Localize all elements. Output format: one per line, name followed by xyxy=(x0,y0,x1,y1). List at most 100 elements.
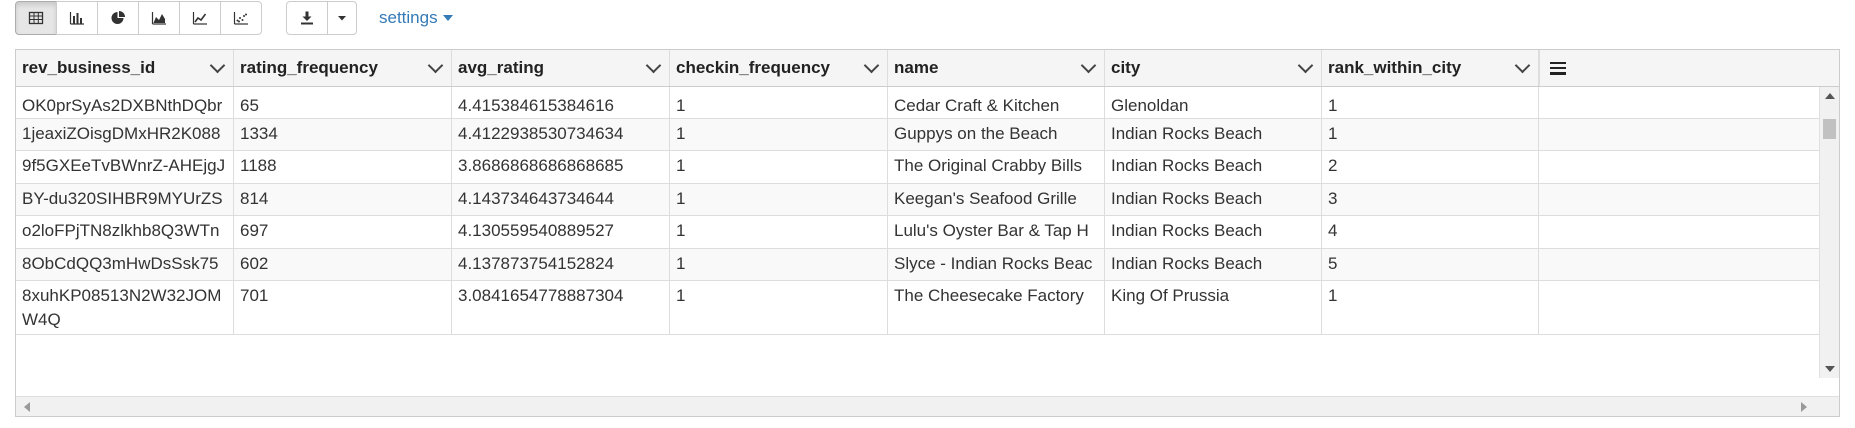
table-cell: BY-du320SIHBR9MYUrZSZg xyxy=(16,184,234,215)
column-header-label: city xyxy=(1111,58,1141,77)
column-header-avg-rating[interactable]: avg_rating xyxy=(452,50,670,86)
column-header-label: avg_rating xyxy=(458,58,544,77)
download-dropdown-button[interactable] xyxy=(327,1,357,35)
column-header-label: rank_within_city xyxy=(1328,58,1462,77)
download-icon xyxy=(301,11,313,25)
scroll-thumb[interactable] xyxy=(1823,119,1836,139)
table-cell: The Cheesecake Factory xyxy=(888,281,1105,334)
bar-chart-icon xyxy=(69,12,84,25)
toolbar: settings xyxy=(15,0,453,36)
table-cell: 814 xyxy=(234,184,452,215)
menu-icon xyxy=(1549,61,1566,75)
view-button-group xyxy=(15,1,262,35)
scatter-chart-icon xyxy=(233,12,248,25)
pie-chart-view-button[interactable] xyxy=(97,1,139,35)
column-menu-button[interactable] xyxy=(1539,50,1575,86)
download-button-group xyxy=(286,1,357,35)
column-header-label: rev_business_id xyxy=(22,58,156,77)
table-cell: 1 xyxy=(670,249,888,280)
table-cell: 602 xyxy=(234,249,452,280)
scatter-chart-view-button[interactable] xyxy=(220,1,262,35)
table-cell: 1jeaxiZOisgDMxHR2K088g xyxy=(16,119,234,150)
table-cell: Indian Rocks Beach xyxy=(1105,119,1322,150)
line-chart-icon xyxy=(192,12,207,25)
chevron-down-icon[interactable] xyxy=(1514,57,1531,74)
scroll-left-icon[interactable] xyxy=(24,402,30,412)
chevron-down-icon[interactable] xyxy=(1080,57,1097,74)
table-cell: 1 xyxy=(670,87,888,118)
settings-label: settings xyxy=(379,8,438,27)
scroll-right-icon[interactable] xyxy=(1801,402,1807,412)
table-cell: 701 xyxy=(234,281,452,334)
data-grid: rev_business_id rating_frequency avg_ratin… xyxy=(15,49,1840,417)
column-header-label: checkin_frequency xyxy=(676,58,831,77)
table-cell: 1 xyxy=(670,184,888,215)
table-cell: 1188 xyxy=(234,151,452,183)
table-icon xyxy=(28,11,44,25)
table-cell: 5 xyxy=(1322,249,1539,280)
table-row[interactable]: o2loFPjTN8zlkhb8Q3WTnA6974.1305595408895… xyxy=(16,216,1819,249)
caret-down-icon xyxy=(442,15,453,21)
scroll-up-icon[interactable] xyxy=(1825,93,1835,99)
table-cell: 1 xyxy=(1322,119,1539,150)
table-cell: 2 xyxy=(1322,151,1539,183)
chevron-down-icon[interactable] xyxy=(209,57,226,74)
table-cell: Indian Rocks Beach xyxy=(1105,184,1322,215)
table-cell: 4.137873754152824 xyxy=(452,249,670,280)
table-cell: 4.415384615384616 xyxy=(452,87,670,118)
column-header-rev-business-id[interactable]: rev_business_id xyxy=(16,50,234,86)
table-cell: 4.130559540889527 xyxy=(452,216,670,248)
caret-down-icon xyxy=(338,16,346,21)
table-cell: 1 xyxy=(670,151,888,183)
table-cell: 1 xyxy=(670,281,888,334)
column-header-city[interactable]: city xyxy=(1105,50,1322,86)
column-header-rank-within-city[interactable]: rank_within_city xyxy=(1322,50,1539,86)
table-cell: 1 xyxy=(1322,87,1539,118)
table-cell: Indian Rocks Beach xyxy=(1105,216,1322,248)
table-view-button[interactable] xyxy=(15,1,57,35)
table-row[interactable]: 8ObCdQQ3mHwDsSsk75Z2lA6024.1378737541528… xyxy=(16,249,1819,281)
table-cell: 4 xyxy=(1322,216,1539,248)
table-row[interactable]: 1jeaxiZOisgDMxHR2K088g13344.412293853073… xyxy=(16,119,1819,151)
chevron-down-icon[interactable] xyxy=(427,57,444,74)
table-cell: 1 xyxy=(670,216,888,248)
table-cell: Lulu's Oyster Bar & Tap House xyxy=(888,216,1105,248)
column-header-label: name xyxy=(894,58,939,77)
table-cell: 3.8686868686868685 xyxy=(452,151,670,183)
column-header-name[interactable]: name xyxy=(888,50,1105,86)
area-chart-view-button[interactable] xyxy=(138,1,180,35)
chevron-down-icon[interactable] xyxy=(863,57,880,74)
table-cell: 8xuhKP08513N2W32JOMW4Q xyxy=(16,281,234,334)
grid-body[interactable]: OK0prSyAs2DXBNthDQbrOA654.41538461538461… xyxy=(16,87,1819,378)
scroll-down-icon[interactable] xyxy=(1825,366,1835,372)
pie-chart-icon xyxy=(111,11,125,24)
table-row[interactable]: 9f5GXEeTvBWnrZ-AHEjgJQ11883.868686868686… xyxy=(16,151,1819,184)
table-cell: Guppys on the Beach xyxy=(888,119,1105,150)
table-cell: 4.4122938530734634 xyxy=(452,119,670,150)
settings-dropdown[interactable]: settings xyxy=(379,8,453,28)
column-header-checkin-frequency[interactable]: checkin_frequency xyxy=(670,50,888,86)
table-cell: King Of Prussia xyxy=(1105,281,1322,334)
bar-chart-view-button[interactable] xyxy=(56,1,98,35)
table-row[interactable]: BY-du320SIHBR9MYUrZSZg8144.1437346437346… xyxy=(16,184,1819,216)
column-header-rating-frequency[interactable]: rating_frequency xyxy=(234,50,452,86)
column-header-label: rating_frequency xyxy=(240,58,378,77)
table-row[interactable]: 8xuhKP08513N2W32JOMW4Q 701 3.0841654778887… xyxy=(16,281,1819,335)
table-cell: 4.143734643734644 xyxy=(452,184,670,215)
chevron-down-icon[interactable] xyxy=(1297,57,1314,74)
table-cell: 9f5GXEeTvBWnrZ-AHEjgJQ xyxy=(16,151,234,183)
table-cell: 3.0841654778887304 xyxy=(452,281,670,334)
table-cell: The Original Crabby Bills xyxy=(888,151,1105,183)
download-button[interactable] xyxy=(286,1,328,35)
table-cell: o2loFPjTN8zlkhb8Q3WTnA xyxy=(16,216,234,248)
table-row[interactable]: OK0prSyAs2DXBNthDQbrOA654.41538461538461… xyxy=(16,87,1819,119)
table-cell: 1 xyxy=(1322,281,1539,334)
table-cell: 1334 xyxy=(234,119,452,150)
chevron-down-icon[interactable] xyxy=(645,57,662,74)
vertical-scrollbar[interactable] xyxy=(1819,87,1839,378)
table-cell: 697 xyxy=(234,216,452,248)
horizontal-scrollbar[interactable] xyxy=(16,396,1839,416)
line-chart-view-button[interactable] xyxy=(179,1,221,35)
table-cell: 65 xyxy=(234,87,452,118)
table-cell: OK0prSyAs2DXBNthDQbrOA xyxy=(16,87,234,118)
